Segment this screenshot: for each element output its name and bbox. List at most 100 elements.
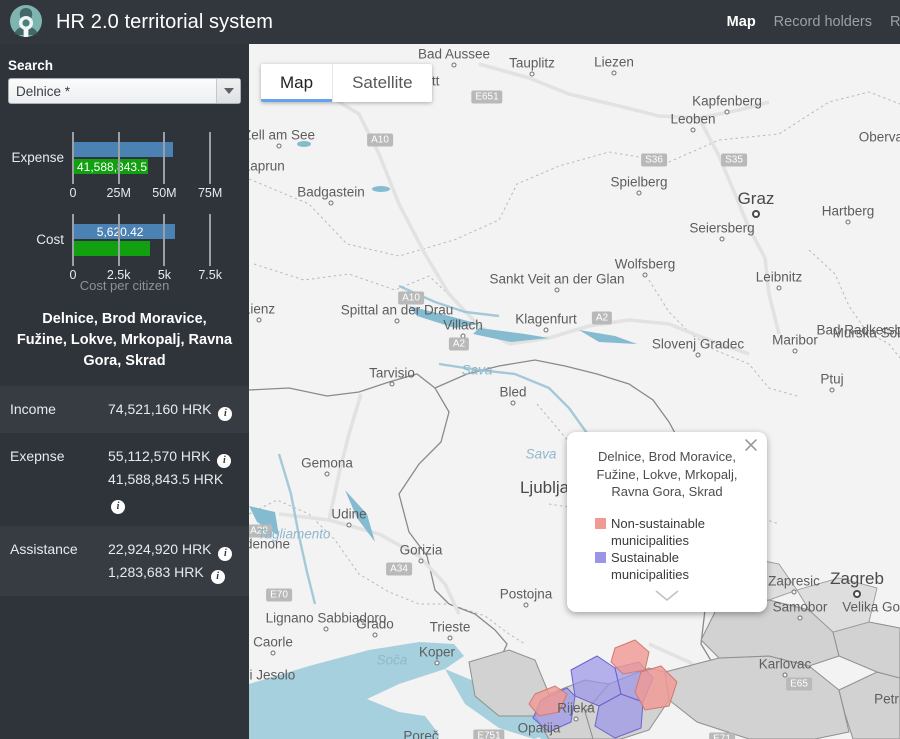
map-place-marker [324, 471, 330, 477]
map-place-marker [776, 285, 782, 291]
map-place-marker [573, 716, 579, 722]
stat-values: 74,521,160 HRK i [108, 398, 239, 421]
map-place-marker [451, 62, 457, 68]
map-place-marker [328, 200, 334, 206]
search-input[interactable]: Delnice * [9, 84, 216, 99]
map-place-marker [394, 318, 400, 324]
search-section: Search Delnice * [0, 44, 249, 104]
legend-swatch-non-sustainable [595, 517, 606, 529]
axis-tick-label: 5k [157, 268, 172, 282]
info-icon[interactable]: i [218, 546, 233, 561]
chart-expense-value-label: 41,588,843.5 [77, 159, 148, 174]
map-place-marker [724, 109, 730, 115]
stat-values: 22,924,920 HRK i 1,283,683 HRK i [108, 538, 239, 584]
map-place-marker [791, 589, 797, 595]
map-road-shield: A10 [398, 291, 424, 305]
search-dropdown-button[interactable] [216, 79, 240, 103]
map-road-shield: E65 [786, 677, 812, 691]
map-road-shield: E651 [471, 90, 503, 104]
stat-values: 55,112,570 HRK i 41,588,843.5 HRK i [108, 445, 239, 514]
map-place-marker [797, 615, 803, 621]
map-place-marker [690, 127, 696, 133]
search-label: Search [8, 58, 54, 73]
chart-expense: Expense 41,588,843.5 0 25M 50M 75M [0, 122, 249, 204]
nav-item-truncated[interactable]: R [890, 14, 900, 30]
map-place-marker [346, 522, 352, 528]
chart-cost-plot: 5,620.42 0 2.5k 5k 7.5k [70, 204, 232, 286]
stat-row: Exepnse 55,112,570 HRK i 41,588,843.5 HRK … [0, 433, 249, 526]
map-place-marker [256, 317, 262, 323]
infowindow-legend: Non-sustainable municipalities Sustainab… [581, 515, 753, 583]
stat-value: 41,588,843.5 HRK i [108, 471, 224, 514]
map-road-shield: A34 [386, 562, 412, 576]
map-place-marker [276, 143, 282, 149]
map-type-control[interactable]: Map Satellite [261, 64, 432, 102]
map-road-shield: E70 [266, 588, 292, 602]
app-title: HR 2.0 territorial system [56, 10, 273, 33]
app-logo-icon [10, 5, 42, 37]
search-select[interactable]: Delnice * [8, 78, 241, 104]
legend-item-non-sustainable: Non-sustainable municipalities [595, 515, 753, 549]
chart-expense-label: Expense [11, 150, 64, 165]
map-road-shield: A10 [367, 133, 393, 147]
stat-key: Income [10, 401, 56, 417]
map-place-marker [845, 219, 851, 225]
infowindow-title: Delnice, Brod Moravice, Fužine, Lokve, M… [596, 449, 738, 499]
map-type-satellite[interactable]: Satellite [333, 64, 431, 102]
stat-row: Income 74,521,160 HRK i [0, 386, 249, 433]
map-type-map[interactable]: Map [261, 64, 332, 102]
legend-label-non-sustainable: Non-sustainable municipalities [611, 515, 705, 548]
top-navigation: Map Record holders R [727, 0, 900, 44]
stat-value: 22,924,920 HRK i [108, 538, 239, 561]
info-icon[interactable]: i [218, 406, 233, 421]
stat-row: Assistance 22,924,920 HRK i 1,283,683 HRK … [0, 526, 249, 596]
stat-key: Assistance [10, 541, 78, 557]
brand: HR 2.0 territorial system [0, 2, 273, 42]
map-road-shield: S35 [721, 153, 747, 167]
chevron-down-icon[interactable] [654, 589, 680, 602]
map-place-marker [719, 236, 725, 242]
info-icon[interactable]: i [111, 499, 125, 514]
info-icon[interactable]: i [217, 453, 232, 468]
map-road-shield: A2 [591, 311, 613, 325]
close-icon[interactable] [742, 436, 760, 454]
nav-item-record-holders[interactable]: Record holders [774, 14, 872, 30]
legend-label-sustainable: Sustainable municipalities [611, 549, 690, 582]
top-bar: HR 2.0 territorial system Map Record hol… [0, 0, 900, 44]
map-place-marker [829, 387, 835, 393]
stat-value: 55,112,570 HRK i [108, 445, 239, 468]
axis-tick [117, 214, 120, 266]
axis-tick-label: 2.5k [106, 268, 131, 282]
nav-item-map[interactable]: Map [727, 14, 756, 30]
map-place-marker [752, 210, 760, 218]
chart-expense-plot: 41,588,843.5 0 25M 50M 75M [70, 122, 232, 204]
info-icon[interactable]: i [210, 569, 225, 584]
map-place-marker [543, 327, 549, 333]
bullet-charts: Expense 41,588,843.5 0 25M 50M 75M Cost 5,6… [0, 104, 249, 293]
axis-tick [209, 214, 212, 266]
map-place-marker [642, 272, 648, 278]
map-road-shield: A28 [249, 524, 272, 538]
map-road-shield: E71 [709, 732, 735, 739]
map-place-marker [270, 650, 276, 656]
map-place-marker [434, 660, 440, 666]
map-place-marker [529, 71, 535, 77]
map-place-marker [554, 287, 560, 293]
map-place-marker [792, 348, 798, 354]
stat-list: Income 74,521,160 HRK i Exepnse 55,112,570 … [0, 386, 249, 596]
legend-swatch-sustainable [595, 551, 606, 563]
map-infowindow[interactable]: Delnice, Brod Moravice, Fužine, Lokve, M… [567, 432, 767, 612]
sidebar: Search Delnice * Expense 41,588,843.5 0 2… [0, 44, 249, 739]
region-title: Delnice, Brod Moravice, Fužine, Lokve, M… [16, 311, 233, 369]
map-place-marker [523, 602, 529, 608]
map-place-marker [853, 590, 861, 598]
chart-cost-secondary-bar [72, 241, 150, 256]
stat-value: 1,283,683 HRK i [108, 561, 239, 584]
map-place-marker [611, 70, 617, 76]
chevron-down-icon [223, 88, 234, 94]
axis-tick-label: 50M [152, 186, 177, 200]
chart-expense-secondary-bar: 41,588,843.5 [72, 159, 149, 174]
chart-cost: Cost 5,620.42 0 2.5k 5k 7.5k [0, 204, 249, 286]
axis-tick [209, 132, 212, 184]
map-canvas[interactable]: Map Satellite Bad AusseeTauplitzLiezenHa… [249, 44, 900, 739]
